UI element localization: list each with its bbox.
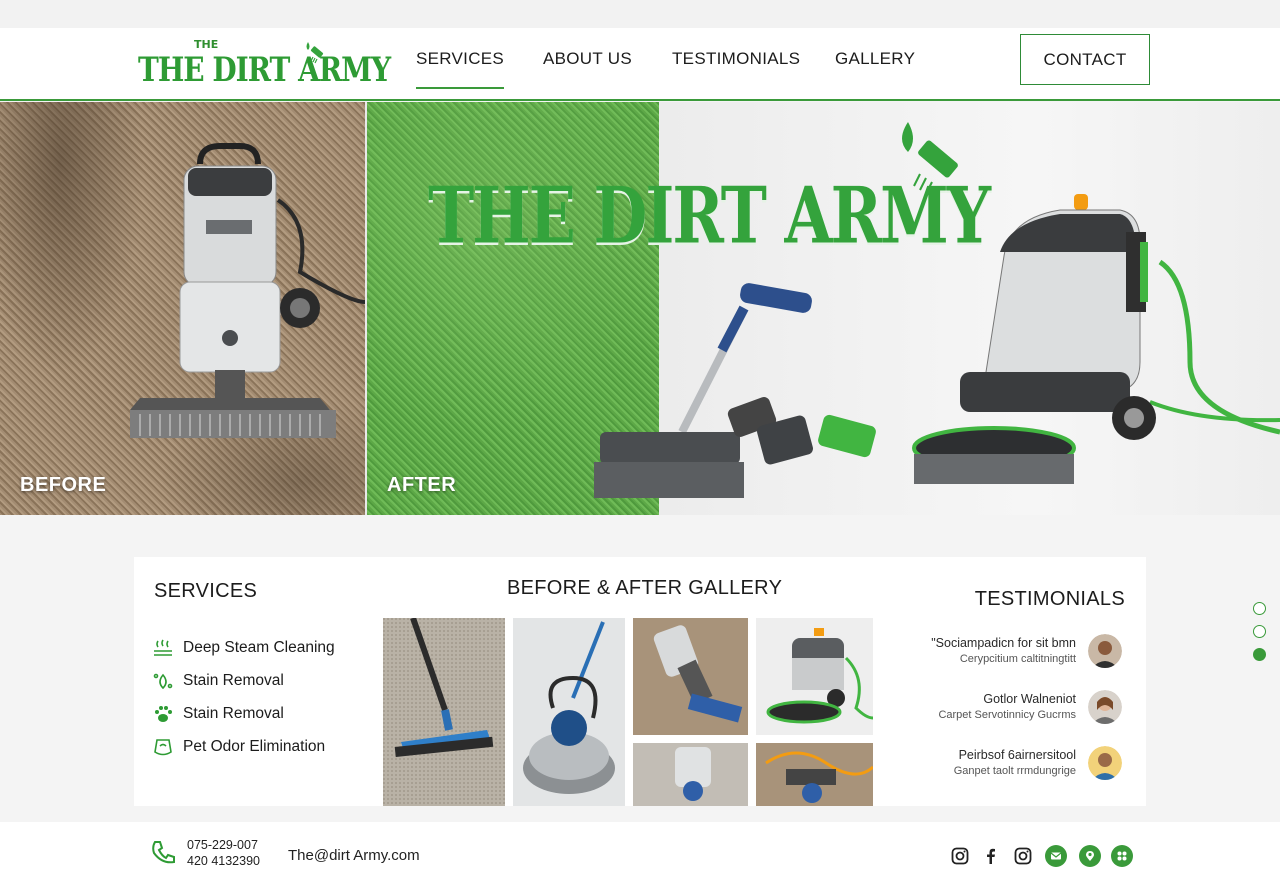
hero-title: THE DIRT ARMY [428,170,991,262]
testimonial-item: "Sociampadicn for sit bmn Cerypcitium ca… [822,634,1122,674]
facebook-icon[interactable] [980,845,1002,867]
instagram-icon[interactable] [1012,845,1034,867]
apps-icon[interactable] [1111,845,1133,867]
phone-numbers: 075-229-007 420 4132390 [187,837,260,869]
gallery-thumb-vacuum-image [383,618,505,806]
service-item-stain-removal-pet[interactable]: Stain Removal [152,703,284,725]
avatar [1088,690,1122,724]
service-item-pet-odor[interactable]: Pet Odor Elimination [152,736,325,758]
testimonial-item: Gotlor Walneniot Carpet Servotinnicy Guc… [822,690,1122,730]
service-label: Deep Steam Cleaning [183,639,335,656]
gallery-thumb[interactable] [513,618,625,806]
hero-illustration [130,122,1280,498]
service-item-deep-steam[interactable]: Deep Steam Cleaning [152,637,335,659]
testimonial-author: Carpet Servotinnicy Gucrms [938,709,1076,721]
after-label: AFTER [387,474,457,496]
paw-icon [155,706,172,722]
service-label: Stain Removal [183,705,284,722]
gallery-thumb[interactable] [633,618,748,735]
gallery-thumb-closeup-image [633,743,748,806]
odor-icon [154,739,172,756]
contact-button[interactable]: CONTACT [1020,34,1150,85]
hand-tools-illustration [594,283,876,498]
testimonial-quote: Gotlor Walneniot [983,692,1076,706]
steam-icon [154,639,172,656]
logo[interactable]: THE THE DIRT ARMY [138,38,391,90]
testimonial-quote: "Sociampadicn for sit bmn [931,636,1076,650]
gallery-thumb[interactable] [383,618,505,806]
stain-icon [153,673,173,690]
avatar [1088,634,1122,668]
side-nav-dot-active[interactable] [1253,648,1266,661]
nav-testimonials[interactable]: TESTIMONIALS [672,49,800,69]
gallery-title: BEFORE & AFTER GALLERY [507,577,783,599]
services-title: SERVICES [154,580,258,602]
content-card: SERVICES Deep Steam Cleaning Stain Remov… [134,557,1146,806]
top-strip [0,0,1280,28]
gallery-thumb-before-machine-image [633,618,748,735]
before-machine-illustration [130,143,366,438]
brush-icon [306,42,324,64]
gallery-thumb-rotary-image [513,618,625,806]
phone-number-1[interactable]: 075-229-007 [187,837,260,853]
location-icon[interactable] [1079,845,1101,867]
instagram-icon[interactable] [949,845,971,867]
testimonial-author: Cerypcitium caltitningtitt [959,653,1076,665]
hero-banner: BEFORE AFTER THE DIRT ARMY [0,102,1280,515]
site-header: THE THE DIRT ARMY SERVICES ABOUT US TEST… [0,28,1280,101]
nav-about-us[interactable]: ABOUT US [543,49,632,69]
email-link[interactable]: The@dirt Army.com [288,847,420,864]
testimonial-item: Peirbsof 6airnersitool Ganpet taolt rrmd… [822,746,1122,786]
before-label: BEFORE [20,474,107,496]
testimonial-author: Ganpet taolt rrmdungrige [953,765,1076,777]
site-footer: 075-229-007 420 4132390 The@dirt Army.co… [0,822,1280,896]
phone-number-2[interactable]: 420 4132390 [187,853,260,869]
nav-gallery[interactable]: GALLERY [835,49,915,69]
service-label: Pet Odor Elimination [183,738,326,755]
nav-services[interactable]: SERVICES [416,49,505,89]
mail-icon[interactable] [1045,845,1067,867]
logo-text: THE DIRT ARMY [138,50,391,90]
testimonial-quote: Peirbsof 6airnersitool [958,748,1076,762]
gallery-thumb[interactable] [633,743,748,806]
side-nav-dot[interactable] [1253,625,1266,638]
testimonials-title: TESTIMONIALS [974,588,1125,610]
side-nav-dot[interactable] [1253,602,1266,615]
service-item-stain-removal[interactable]: Stain Removal [152,670,284,692]
service-label: Stain Removal [183,672,284,689]
avatar [1088,746,1122,780]
phone-icon [152,841,175,864]
